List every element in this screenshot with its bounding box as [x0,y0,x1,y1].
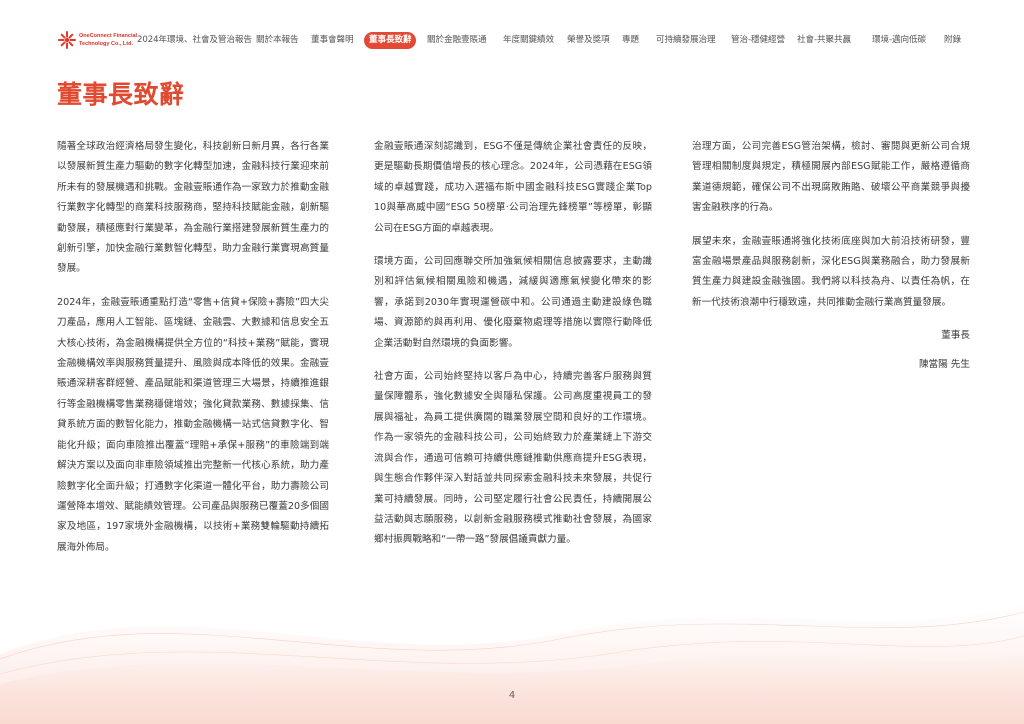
nav-menu: 2024年環境、社會及管治報告 關於本報告 董事會聲明 董事長致辭 關於金融壹賬… [0,30,1024,52]
nav-item-report[interactable]: 2024年環境、社會及管治報告 [137,32,252,49]
nav-item-chairman-statement[interactable]: 董事長致辭 [364,32,417,49]
nav-item-appendix[interactable]: 附錄 [944,32,961,49]
signature-title: 董事長 [941,330,970,342]
nav-item-governance[interactable]: 管治-穩健經營 [731,32,785,49]
text-column-2: 金融壹賬通深刻認識到，ESG不僅是傳統企業社會責任的反映，更是驅動長期價值增長的… [374,137,652,564]
paragraph: 環境方面，公司回應聯交所加強氣候相關信息披露要求，主動識別和評估氣候相關風險和機… [374,256,652,349]
nav-item-sustainability-governance[interactable]: 可持續發展治理 [656,32,716,49]
nav-item-about-report[interactable]: 關於本報告 [256,32,299,49]
paragraph: 展望未來，金融壹賬通將強化技術底座與加大前沿技術研發，豐富金融場景產品與服務創新… [692,235,970,308]
paragraph: 隨著全球政治經濟格局發生變化，科技創新日新月異，各行各業以發展新質生產力驅動的數… [57,141,329,275]
nav-item-special-topics[interactable]: 專題 [622,32,639,49]
page-title: 董事長致辭 [57,80,185,109]
text-column-3: 治理方面，公司完善ESG管治架構，檢討、審閱與更新公司合規管理相關制度與規定，積… [692,137,970,375]
top-navigation: OneConnect Financial Technology Co., Ltd… [0,30,1024,52]
paragraph: 治理方面，公司完善ESG管治架構，檢討、審閱與更新公司合規管理相關制度與規定，積… [692,141,970,214]
paragraph: 金融壹賬通深刻認識到，ESG不僅是傳統企業社會責任的反映，更是驅動長期價值增長的… [374,141,652,234]
nav-item-awards[interactable]: 榮譽及獎項 [567,32,610,49]
text-column-1: 隨著全球政治經濟格局發生變化，科技創新日新月異，各行各業以發展新質生產力驅動的數… [57,137,329,571]
nav-item-about-oneconnect[interactable]: 關於金融壹賬通 [427,32,487,49]
paragraph: 2024年，金融壹賬通重點打造“零售+信貸+保險+壽險”四大尖刀產品，應用人工智… [57,296,329,553]
page-number: 4 [508,690,516,701]
nav-item-board-statement[interactable]: 董事會聲明 [311,32,354,49]
nav-item-social[interactable]: 社會-共聚共贏 [797,32,851,49]
signature-name: 陳當陽 先生 [918,358,970,370]
nav-item-environment[interactable]: 環境-邁向低碳 [872,32,926,49]
nav-item-key-performance[interactable]: 年度關鍵績效 [503,32,554,49]
